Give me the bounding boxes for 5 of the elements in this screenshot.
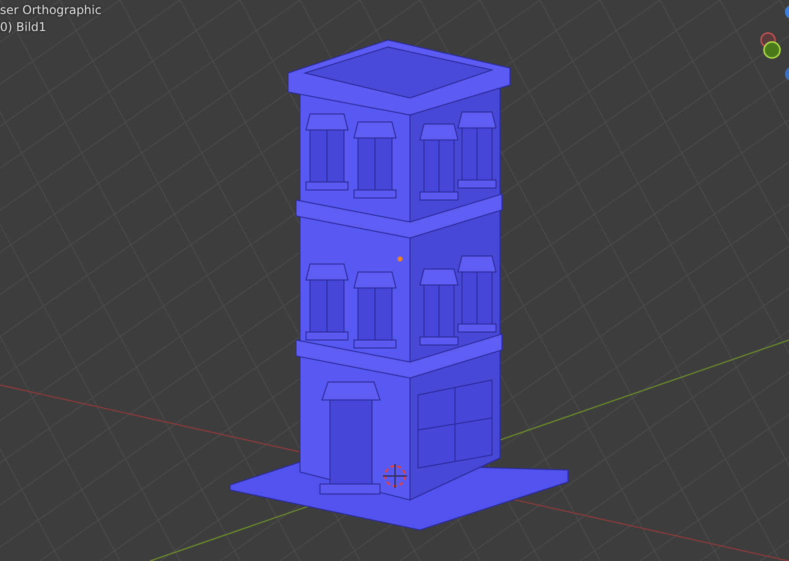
origin-dot-icon bbox=[398, 256, 402, 262]
view-name-label: ser Orthographic bbox=[0, 3, 102, 17]
object-name-label: 0) Bild1 bbox=[0, 20, 46, 34]
navigation-gizmo-icon[interactable] bbox=[760, 5, 789, 81]
3d-cursor-icon bbox=[382, 464, 408, 488]
